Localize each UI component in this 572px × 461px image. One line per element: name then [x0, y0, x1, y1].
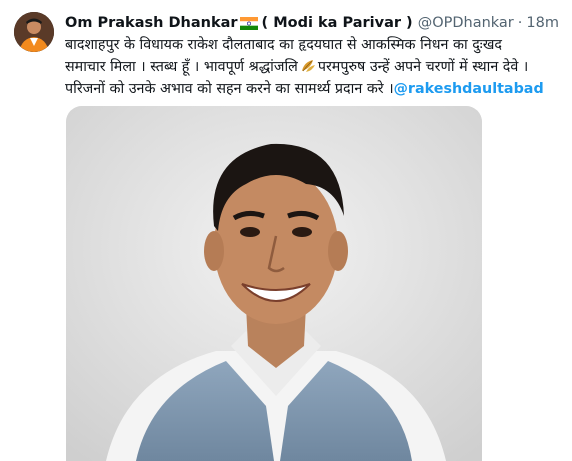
tweet-text-line-3: परिजनों को उनके अभाव को सहन करने का सामर… [65, 78, 565, 100]
india-flag-icon [239, 16, 258, 30]
tweet-text-line-3-start: परिजनों को उनके अभाव को सहन करने का सामर… [65, 81, 394, 97]
tweet-text-line-2: समाचार मिला । स्तब्ध हूँ । भावपूर्ण श्रद… [65, 56, 565, 78]
portrait-photo-icon [66, 106, 482, 461]
header-separator: · [517, 15, 523, 31]
tweet-timestamp[interactable]: 18m [526, 13, 559, 33]
tweet[interactable]: Om Prakash Dhankar ( Modi ka Parivar ) @… [0, 0, 572, 461]
tweet-text-line-2-end: परमपुरुष उन्हें अपने चरणों में स्थान देव… [317, 59, 529, 75]
profile-avatar-icon [14, 12, 54, 52]
author-display-name[interactable]: Om Prakash Dhankar [65, 13, 238, 33]
leaves-icon [301, 60, 315, 72]
author-handle[interactable]: @OPDhankar [418, 13, 514, 33]
tweet-text-line-1: बादशाहपुर के विधायक राकेश दौलताबाद का हृ… [65, 37, 502, 53]
tweet-media-photo[interactable] [66, 106, 482, 461]
tweet-text: बादशाहपुर के विधायक राकेश दौलताबाद का हृ… [65, 34, 565, 100]
tweet-text-line-2-start: समाचार मिला । स्तब्ध हूँ । भावपूर्ण श्रद… [65, 59, 298, 75]
mention-link[interactable]: @rakeshdaultabad [394, 81, 544, 97]
author-name-suffix[interactable]: ( Modi ka Parivar ) [262, 13, 413, 33]
tweet-header: Om Prakash Dhankar ( Modi ka Parivar ) @… [65, 12, 559, 34]
author-avatar[interactable] [14, 12, 54, 52]
